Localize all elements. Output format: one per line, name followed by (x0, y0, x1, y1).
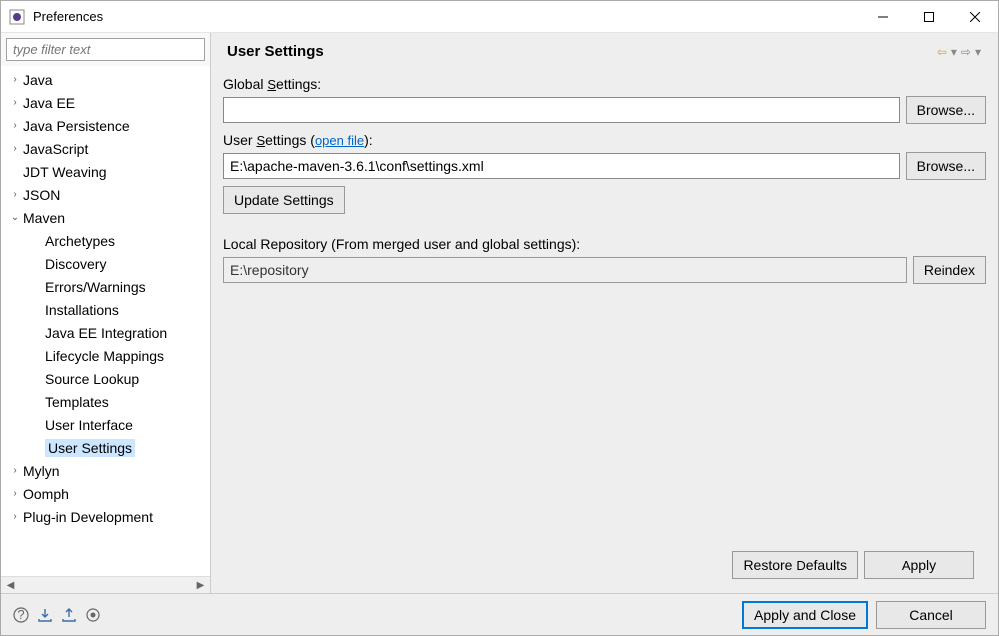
tree-item-javascript[interactable]: ›JavaScript (1, 137, 210, 160)
tree-item-label: Java EE Integration (45, 325, 167, 341)
update-settings-button[interactable]: Update Settings (223, 186, 345, 214)
tree-item-label: Errors/Warnings (45, 279, 146, 295)
local-repo-label: Local Repository (From merged user and g… (223, 236, 986, 252)
tree-item-label: Installations (45, 302, 119, 318)
tree-item-jdt-weaving[interactable]: JDT Weaving (1, 160, 210, 183)
tree-item-templates[interactable]: Templates (1, 390, 210, 413)
tree-item-lifecycle-mappings[interactable]: Lifecycle Mappings (1, 344, 210, 367)
tree-item-label: JavaScript (23, 141, 88, 157)
tree-item-installations[interactable]: Installations (1, 298, 210, 321)
tree-item-user-interface[interactable]: User Interface (1, 413, 210, 436)
apply-and-close-button[interactable]: Apply and Close (742, 601, 868, 629)
nav-back-dropdown-icon[interactable]: ▾ (950, 45, 958, 59)
export-icon[interactable] (61, 607, 77, 623)
nav-forward-icon[interactable]: ⇨ (960, 45, 972, 59)
tree-item-label: Java (23, 72, 53, 88)
tree-item-source-lookup[interactable]: Source Lookup (1, 367, 210, 390)
chevron-right-icon[interactable]: › (7, 120, 23, 131)
filter-input[interactable] (6, 38, 205, 61)
tree-item-label: Source Lookup (45, 371, 139, 387)
maximize-button[interactable] (906, 1, 952, 32)
tree-item-errors-warnings[interactable]: Errors/Warnings (1, 275, 210, 298)
tree-item-label: User Settings (45, 439, 135, 457)
tree-item-label: Java EE (23, 95, 75, 111)
tree-item-label: User Interface (45, 417, 133, 433)
sidebar: ›Java›Java EE›Java Persistence›JavaScrip… (1, 33, 211, 593)
tree-item-label: JDT Weaving (23, 164, 107, 180)
svg-text:?: ? (17, 607, 24, 622)
page-nav: ⇦ ▾ ⇨ ▾ (936, 45, 982, 59)
chevron-right-icon[interactable]: › (7, 488, 23, 499)
reindex-button[interactable]: Reindex (913, 256, 986, 284)
tree-item-label: Archetypes (45, 233, 115, 249)
cancel-button[interactable]: Cancel (876, 601, 986, 629)
chevron-right-icon[interactable]: › (7, 143, 23, 154)
tree-item-user-settings[interactable]: User Settings (1, 436, 210, 459)
apply-button[interactable]: Apply (864, 551, 974, 579)
tree-item-plug-in-development[interactable]: ›Plug-in Development (1, 505, 210, 528)
scroll-left-icon[interactable]: ◀ (3, 580, 18, 591)
tree-item-label: Mylyn (23, 463, 60, 479)
preferences-tree[interactable]: ›Java›Java EE›Java Persistence›JavaScrip… (1, 66, 210, 530)
tree-item-mylyn[interactable]: ›Mylyn (1, 459, 210, 482)
restore-defaults-button[interactable]: Restore Defaults (732, 551, 858, 579)
horizontal-scrollbar[interactable]: ◀ ▶ (1, 576, 210, 593)
window-title: Preferences (33, 9, 860, 24)
window-controls (860, 1, 998, 32)
record-icon[interactable] (85, 607, 101, 623)
global-browse-button[interactable]: Browse... (906, 96, 986, 124)
help-icon[interactable]: ? (13, 607, 29, 623)
nav-forward-dropdown-icon[interactable]: ▾ (974, 45, 982, 59)
tree-item-java-ee-integration[interactable]: Java EE Integration (1, 321, 210, 344)
tree-item-java[interactable]: ›Java (1, 68, 210, 91)
tree-item-label: Maven (23, 210, 65, 226)
close-button[interactable] (952, 1, 998, 32)
titlebar: Preferences (1, 1, 998, 33)
chevron-down-icon[interactable]: ⌄ (7, 212, 23, 223)
import-icon[interactable] (37, 607, 53, 623)
open-file-link[interactable]: open file (315, 133, 364, 148)
tree-item-discovery[interactable]: Discovery (1, 252, 210, 275)
tree-item-label: Templates (45, 394, 109, 410)
tree-item-label: Java Persistence (23, 118, 130, 134)
global-settings-input[interactable] (223, 97, 900, 123)
tree-item-label: JSON (23, 187, 60, 203)
tree-item-label: Lifecycle Mappings (45, 348, 164, 364)
tree-item-maven[interactable]: ⌄Maven (1, 206, 210, 229)
tree-item-java-ee[interactable]: ›Java EE (1, 91, 210, 114)
user-browse-button[interactable]: Browse... (906, 152, 986, 180)
nav-back-icon[interactable]: ⇦ (936, 45, 948, 59)
user-settings-input[interactable] (223, 153, 900, 179)
tree-item-java-persistence[interactable]: ›Java Persistence (1, 114, 210, 137)
global-settings-label: Global Settings: (223, 76, 986, 92)
user-settings-label: User Settings (open file): (223, 132, 986, 148)
chevron-right-icon[interactable]: › (7, 189, 23, 200)
chevron-right-icon[interactable]: › (7, 97, 23, 108)
tree-item-label: Oomph (23, 486, 69, 502)
tree-item-oomph[interactable]: ›Oomph (1, 482, 210, 505)
chevron-right-icon[interactable]: › (7, 511, 23, 522)
page-title: User Settings (227, 43, 936, 60)
tree-item-archetypes[interactable]: Archetypes (1, 229, 210, 252)
tree-item-label: Plug-in Development (23, 509, 153, 525)
bottom-bar: ? Apply and Close Cancel (1, 593, 998, 635)
minimize-button[interactable] (860, 1, 906, 32)
scroll-right-icon[interactable]: ▶ (193, 580, 208, 591)
tree-item-label: Discovery (45, 256, 106, 272)
chevron-right-icon[interactable]: › (7, 465, 23, 476)
chevron-right-icon[interactable]: › (7, 74, 23, 85)
content-panel: User Settings ⇦ ▾ ⇨ ▾ Global Settings: B… (211, 33, 998, 593)
tree-item-json[interactable]: ›JSON (1, 183, 210, 206)
local-repo-input (223, 257, 907, 283)
app-icon (9, 9, 25, 25)
